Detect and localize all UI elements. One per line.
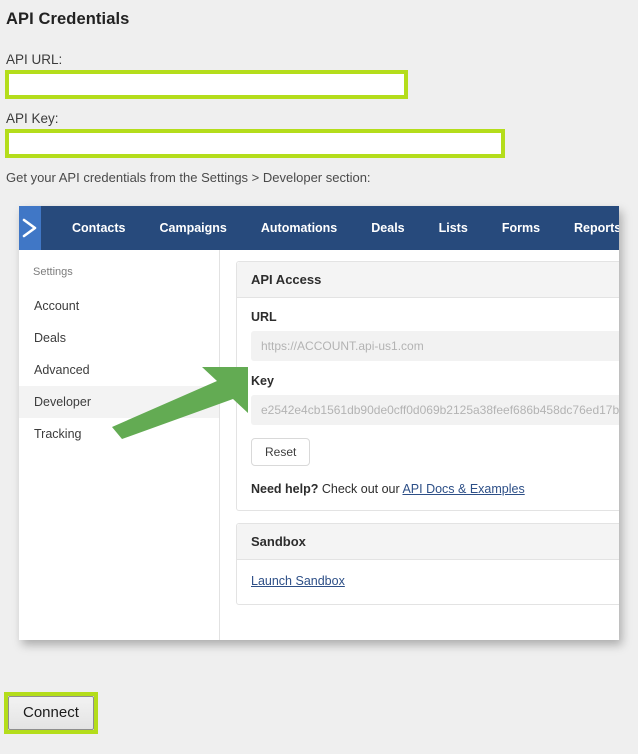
sidebar-item-tracking[interactable]: Tracking (19, 418, 219, 450)
sandbox-card-body: Launch Sandbox (237, 560, 619, 604)
api-access-card-body: URL https://ACCOUNT.api-us1.com Key e254… (237, 298, 619, 510)
chevron-right-icon (19, 216, 41, 240)
connect-button-highlight: Connect (4, 692, 98, 734)
api-url-field-wrapper[interactable] (5, 70, 408, 99)
need-help-prefix: Need help? (251, 482, 319, 496)
helper-text: Get your API credentials from the Settin… (6, 170, 371, 185)
api-url-label: API URL: (6, 52, 63, 67)
sidebar-item-advanced[interactable]: Advanced (19, 354, 219, 386)
nav-item-automations[interactable]: Automations (244, 206, 354, 250)
api-access-card-header: API Access (237, 262, 619, 298)
sidebar-item-deals[interactable]: Deals (19, 322, 219, 354)
connect-button[interactable]: Connect (8, 696, 94, 730)
need-help-middle: Check out our (318, 482, 403, 496)
reset-button[interactable]: Reset (251, 438, 311, 466)
screenshot-top-nav: Contacts Campaigns Automations Deals Lis… (19, 206, 619, 250)
api-key-input[interactable] (9, 133, 501, 154)
key-readonly-value[interactable]: e2542e4cb1561db90de0cff0d069b2125a38feef… (251, 395, 619, 425)
sandbox-card-header: Sandbox (237, 524, 619, 560)
nav-item-forms[interactable]: Forms (485, 206, 557, 250)
sidebar-heading: Settings (33, 266, 73, 278)
api-docs-link[interactable]: API Docs & Examples (402, 482, 524, 496)
nav-item-campaigns[interactable]: Campaigns (142, 206, 243, 250)
screenshot-body: Settings Account Deals Advanced Develope… (19, 250, 619, 640)
settings-main-panel: API Access URL https://ACCOUNT.api-us1.c… (220, 250, 619, 640)
nav-item-lists[interactable]: Lists (422, 206, 485, 250)
api-credentials-page: API Credentials API URL: API Key: Get yo… (0, 0, 638, 754)
page-title: API Credentials (6, 10, 130, 28)
nav-items: Contacts Campaigns Automations Deals Lis… (41, 206, 619, 250)
sandbox-card: Sandbox Launch Sandbox (236, 523, 619, 605)
api-key-field-wrapper[interactable] (5, 129, 505, 158)
url-readonly-value[interactable]: https://ACCOUNT.api-us1.com (251, 331, 619, 361)
sidebar-item-account[interactable]: Account (19, 290, 219, 322)
api-url-input[interactable] (9, 74, 404, 95)
nav-item-deals[interactable]: Deals (354, 206, 421, 250)
nav-item-reports[interactable]: Reports (557, 206, 619, 250)
sidebar-item-developer[interactable]: Developer (19, 386, 219, 418)
launch-sandbox-link[interactable]: Launch Sandbox (251, 574, 345, 588)
api-access-card: API Access URL https://ACCOUNT.api-us1.c… (236, 261, 619, 511)
api-key-label: API Key: (6, 111, 59, 126)
settings-sidebar: Settings Account Deals Advanced Develope… (19, 250, 220, 640)
embedded-screenshot: Contacts Campaigns Automations Deals Lis… (19, 206, 619, 640)
key-field-label: Key (251, 374, 274, 388)
nav-item-contacts[interactable]: Contacts (55, 206, 142, 250)
need-help-line: Need help? Check out our API Docs & Exam… (251, 482, 619, 496)
url-field-label: URL (251, 310, 277, 324)
activecampaign-logo[interactable] (19, 206, 41, 250)
